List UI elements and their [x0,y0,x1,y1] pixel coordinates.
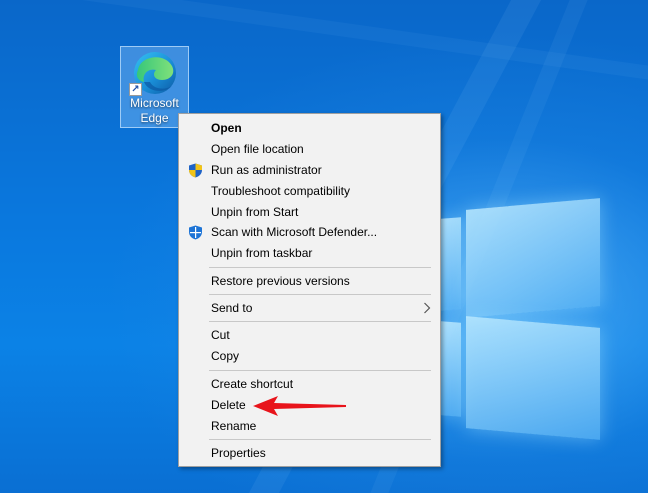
menu-item-send-to[interactable]: Send to [179,298,440,318]
menu-item-unpin-from-taskbar[interactable]: Unpin from taskbar [179,243,440,263]
windows-logo-pane [466,198,600,318]
menu-item-label: Create shortcut [211,377,294,391]
desktop-icon-label-line1: Microsoft [130,96,179,110]
menu-separator [209,370,431,371]
menu-separator [209,321,431,322]
menu-separator [209,267,431,268]
windows-logo-pane [466,316,600,440]
menu-separator [209,439,431,440]
menu-item-unpin-from-start[interactable]: Unpin from Start [179,202,440,222]
menu-item-label: Delete [211,398,246,412]
menu-item-label: Send to [211,301,253,315]
menu-item-rename[interactable]: Rename [179,416,440,436]
menu-item-label: Troubleshoot compatibility [211,184,350,198]
menu-item-troubleshoot-compatibility[interactable]: Troubleshoot compatibility [179,181,440,201]
menu-item-create-shortcut[interactable]: Create shortcut [179,374,440,394]
menu-item-cut[interactable]: Cut [179,325,440,345]
menu-item-label: Properties [211,446,266,460]
menu-item-copy[interactable]: Copy [179,346,440,366]
menu-item-label: Unpin from Start [211,205,299,219]
menu-item-label: Scan with Microsoft Defender... [211,225,378,239]
menu-item-label: Cut [211,328,230,342]
menu-item-label: Rename [211,419,257,433]
uac-shield-icon [189,163,202,178]
defender-icon [189,225,202,240]
menu-item-label: Open file location [211,142,304,156]
menu-item-open-file-location[interactable]: Open file location [179,139,440,159]
windows-logo-pane [441,217,461,311]
menu-item-label: Unpin from taskbar [211,246,313,260]
windows-logo-pane [441,321,461,417]
menu-separator [209,294,431,295]
menu-item-label: Restore previous versions [211,274,350,288]
menu-item-label: Open [211,121,242,135]
red-annotation-arrow-icon [253,396,346,416]
menu-item-label: Run as administrator [211,163,322,177]
menu-item-label: Copy [211,349,240,363]
shortcut-arrow-icon: ↗ [129,83,142,96]
menu-item-scan-with-defender[interactable]: Scan with Microsoft Defender... [179,222,440,242]
menu-item-restore-previous-versions[interactable]: Restore previous versions [179,271,440,291]
chevron-right-icon [424,302,431,314]
menu-item-run-as-administrator[interactable]: Run as administrator [179,160,440,180]
menu-item-properties[interactable]: Properties [179,443,440,463]
menu-item-open[interactable]: Open [179,118,440,138]
